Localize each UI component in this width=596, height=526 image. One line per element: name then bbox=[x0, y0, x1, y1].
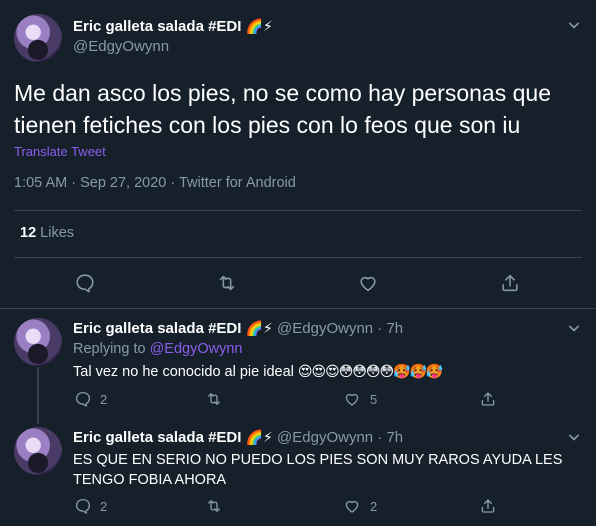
replying-to: Replying to @EdgyOwynn bbox=[73, 341, 242, 357]
tweet-meta[interactable]: 1:05 AM · Sep 27, 2020 · Twitter for And… bbox=[14, 175, 296, 191]
chevron-down-icon[interactable] bbox=[564, 15, 584, 35]
author-name-text[interactable]: Eric galleta salada #EDI bbox=[73, 320, 241, 337]
author-handle[interactable]: @EdgyOwynn · 7h bbox=[277, 429, 403, 446]
translate-tweet-link[interactable]: Translate Tweet bbox=[14, 144, 106, 159]
like-icon[interactable] bbox=[343, 497, 361, 515]
like-icon[interactable] bbox=[357, 272, 379, 294]
share-icon[interactable] bbox=[499, 272, 521, 294]
share-icon[interactable] bbox=[479, 497, 497, 515]
reply-icon[interactable] bbox=[74, 497, 92, 515]
author-name[interactable]: Eric galleta salada #EDI 🌈⚡ bbox=[73, 18, 273, 35]
badge-icons: 🌈⚡ bbox=[245, 18, 273, 34]
retweet-icon[interactable] bbox=[205, 390, 223, 408]
author-name[interactable]: Eric galleta salada #EDI 🌈⚡ @EdgyOwynn ·… bbox=[73, 320, 403, 337]
badge-icons: 🌈⚡ bbox=[245, 320, 273, 336]
retweet-icon[interactable] bbox=[205, 497, 223, 515]
likes-label: Likes bbox=[40, 225, 75, 241]
divider bbox=[0, 308, 596, 309]
share-icon[interactable] bbox=[479, 390, 497, 408]
chevron-down-icon[interactable] bbox=[564, 427, 584, 447]
likes-count: 12 bbox=[20, 225, 37, 241]
reply-count: 2 bbox=[100, 392, 108, 407]
chevron-down-icon[interactable] bbox=[564, 318, 584, 338]
retweet-icon[interactable] bbox=[216, 272, 238, 294]
badge-icons: 🌈⚡ bbox=[245, 429, 273, 445]
author-name[interactable]: Eric galleta salada #EDI 🌈⚡ @EdgyOwynn ·… bbox=[73, 429, 403, 446]
divider bbox=[14, 257, 582, 258]
avatar[interactable] bbox=[14, 318, 62, 366]
like-icon[interactable] bbox=[343, 390, 361, 408]
reply-count: 2 bbox=[100, 499, 108, 514]
like-count: 2 bbox=[370, 499, 378, 514]
replying-label: Replying to bbox=[73, 341, 146, 357]
reply-emojis: 😍😍😍😳😳😳😳🥵🥵🥵 bbox=[297, 363, 443, 379]
author-handle[interactable]: @EdgyOwynn · 7h bbox=[277, 320, 403, 337]
like-count: 5 bbox=[370, 392, 378, 407]
reply-text: ES QUE EN SERIO NO PUEDO LOS PIES SON MU… bbox=[73, 452, 563, 488]
avatar[interactable] bbox=[14, 14, 62, 62]
avatar[interactable] bbox=[14, 427, 62, 475]
author-handle[interactable]: @EdgyOwynn bbox=[73, 38, 169, 55]
thread-connector bbox=[37, 367, 39, 424]
author-name-text[interactable]: Eric galleta salada #EDI bbox=[73, 18, 241, 35]
tweet-text: Me dan asco los pies, no se como hay per… bbox=[14, 80, 551, 138]
author-name-text[interactable]: Eric galleta salada #EDI bbox=[73, 429, 241, 446]
likes-summary[interactable]: 12 Likes bbox=[20, 225, 74, 241]
reply-icon[interactable] bbox=[74, 272, 96, 294]
replying-to-handle[interactable]: @EdgyOwynn bbox=[150, 341, 243, 357]
reply-text: Tal vez no he conocido al pie ideal 😍😍😍😳… bbox=[73, 361, 573, 382]
tweet-thread: Eric galleta salada #EDI 🌈⚡ @EdgyOwynn M… bbox=[0, 0, 596, 526]
reply-icon[interactable] bbox=[74, 390, 92, 408]
reply-text-body: Tal vez no he conocido al pie ideal bbox=[73, 364, 294, 380]
divider bbox=[14, 210, 582, 211]
